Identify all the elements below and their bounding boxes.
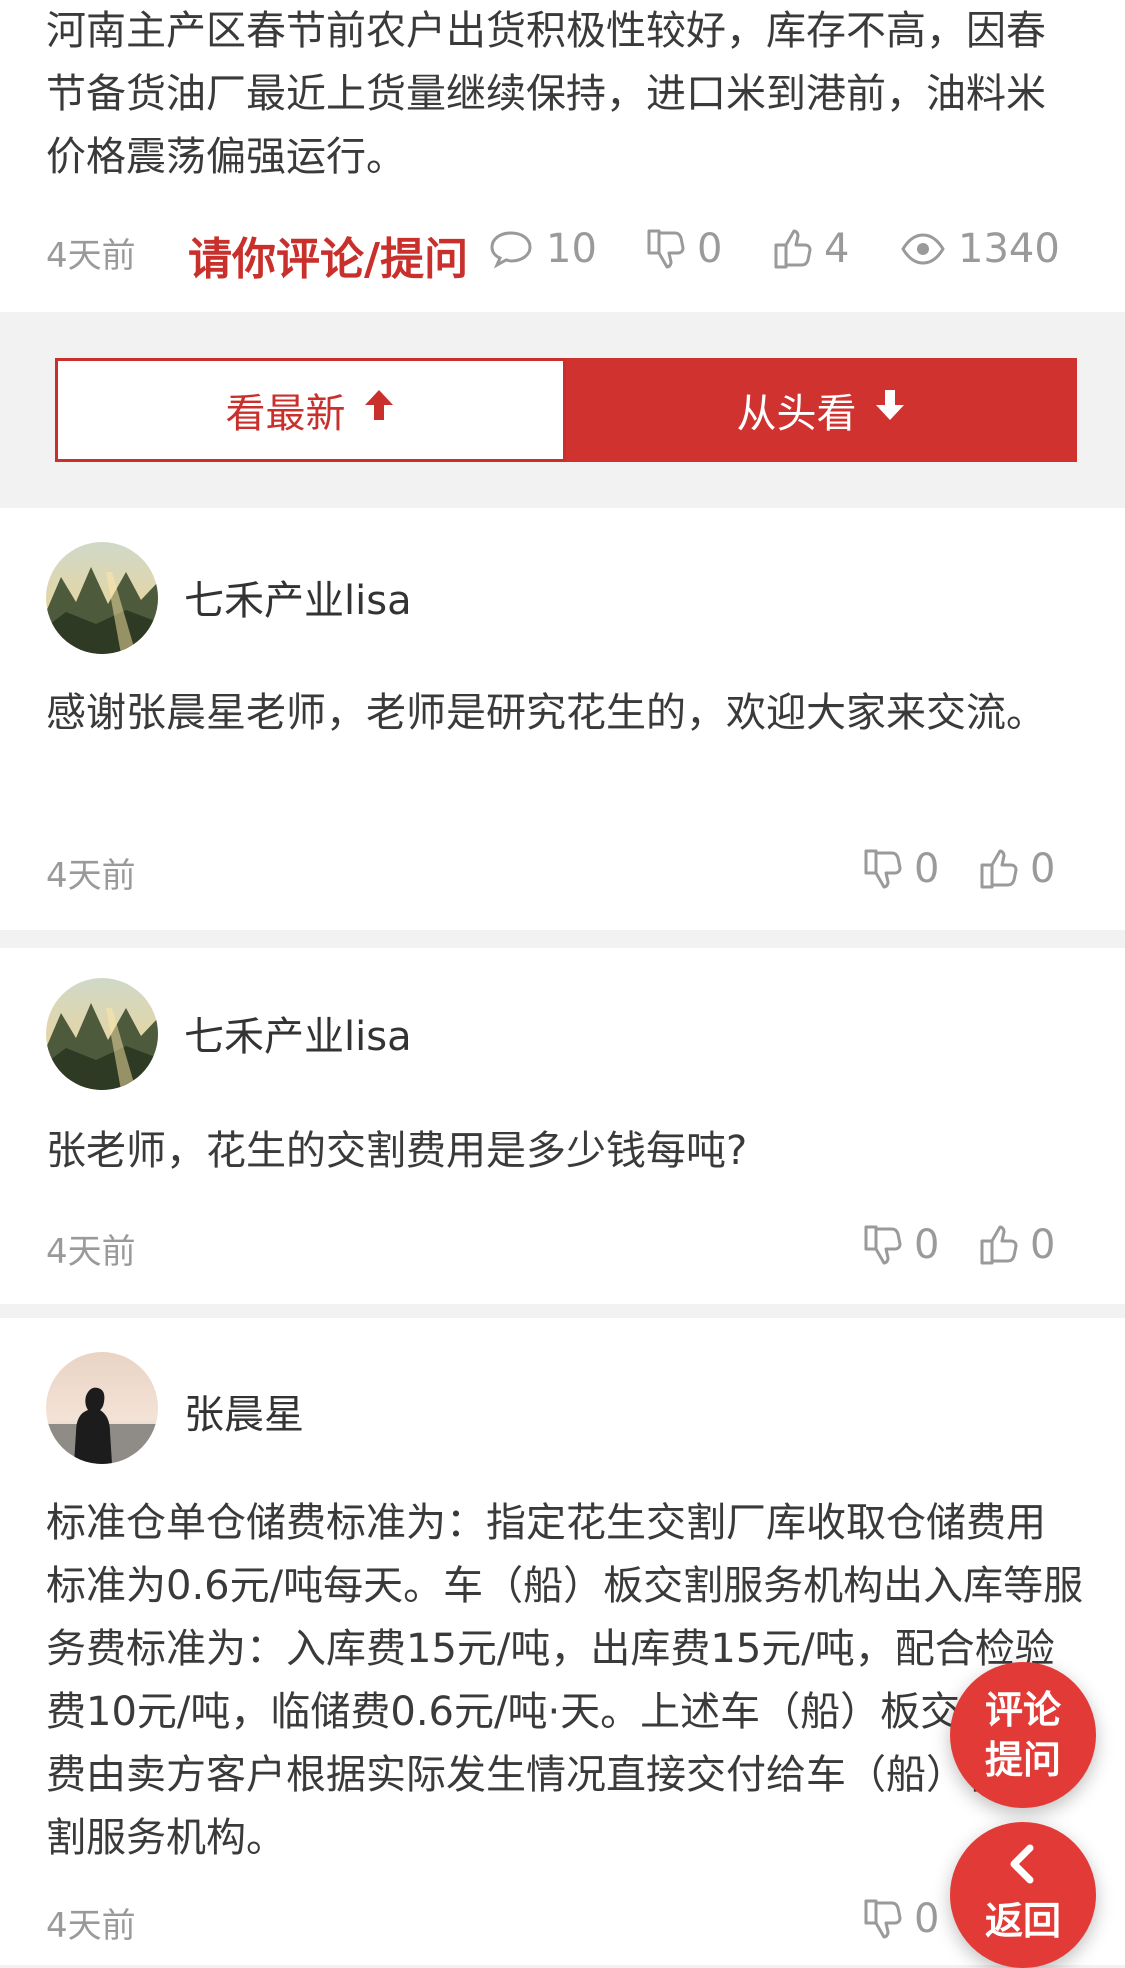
comment-author[interactable]: 七禾产业lisa (184, 568, 412, 626)
comment-author[interactable]: 七禾产业lisa (184, 1004, 412, 1062)
arrow-up-icon (362, 387, 396, 433)
dislike-count: 0 (697, 226, 723, 272)
article-excerpt: 河南主产区春节前农户出货积极性较好，库存不高，因春节备货油厂最近上货量继续保持，… (46, 8, 1046, 180)
comment-text: 张老师，花生的交割费用是多少钱每吨? (46, 1128, 748, 1174)
thumbs-up-icon (978, 847, 1018, 891)
avatar[interactable] (46, 978, 158, 1090)
comment-like-button[interactable]: 0 (978, 846, 1055, 892)
fab-ask-label: 提问 (984, 1738, 1061, 1782)
comment-count-value: 10 (546, 226, 597, 272)
comment-time: 4天前 (46, 1232, 136, 1272)
like-count: 4 (824, 226, 850, 272)
comment-text: 标准仓单仓储费标准为：指定花生交割厂库收取仓储费用标准为0.6元/吨每天。车（船… (46, 1500, 1084, 1861)
view-from-start-label: 从头看 (736, 391, 857, 437)
like-button[interactable]: 4 (772, 226, 849, 272)
comment-count[interactable]: 10 (488, 226, 597, 272)
dislike-button[interactable]: 0 (645, 226, 722, 272)
thumbs-down-icon (645, 227, 685, 271)
comment-card: 七禾产业lisa 感谢张晨星老师，老师是研究花生的，欢迎大家来交流。 4天前 0… (0, 508, 1125, 930)
comment-author[interactable]: 张晨星 (184, 1382, 304, 1440)
comment-bubble-icon (488, 229, 534, 269)
view-latest-label: 看最新 (225, 391, 346, 437)
chevron-left-icon (1006, 1844, 1040, 1896)
comment-like-button[interactable]: 0 (978, 1222, 1055, 1268)
article-panel: 河南主产区春节前农户出货积极性较好，库存不高，因春节备货油厂最近上货量继续保持，… (0, 0, 1125, 312)
comment-like-count: 0 (1030, 1222, 1056, 1268)
article-time: 4天前 (46, 236, 136, 276)
view-count-value: 1340 (958, 226, 1060, 272)
thumbs-down-icon (862, 847, 902, 891)
back-fab[interactable]: 返回 (950, 1822, 1096, 1968)
comment-dislike-button[interactable]: 0 (862, 846, 939, 892)
comment-dislike-count: 0 (914, 1222, 940, 1268)
arrow-down-icon (873, 387, 907, 433)
back-label: 返回 (984, 1899, 1061, 1943)
thumbs-down-icon (862, 1897, 902, 1941)
view-from-start-button[interactable]: 从头看 (566, 358, 1077, 462)
thumbs-down-icon (862, 1223, 902, 1267)
comment-time: 4天前 (46, 856, 136, 896)
comment-text: 感谢张晨星老师，老师是研究花生的，欢迎大家来交流。 (46, 690, 1046, 736)
view-latest-button[interactable]: 看最新 (55, 358, 566, 462)
sort-toggle: 看最新 从头看 (55, 358, 1077, 462)
ask-question-link[interactable]: 请你评论/提问 (188, 223, 468, 287)
view-count: 1340 (900, 226, 1060, 272)
thumbs-up-icon (978, 1223, 1018, 1267)
comment-dislike-button[interactable]: 0 (862, 1896, 939, 1942)
comment-dislike-count: 0 (914, 1896, 940, 1942)
comment-card: 七禾产业lisa 张老师，花生的交割费用是多少钱每吨? 4天前 0 0 (0, 948, 1125, 1304)
comment-ask-fab[interactable]: 评论 提问 (950, 1662, 1096, 1808)
thumbs-up-icon (772, 227, 812, 271)
avatar[interactable] (46, 1352, 158, 1464)
comment-dislike-button[interactable]: 0 (862, 1222, 939, 1268)
comment-time: 4天前 (46, 1906, 136, 1946)
comment-like-count: 0 (1030, 846, 1056, 892)
comment-dislike-count: 0 (914, 846, 940, 892)
eye-icon (900, 232, 946, 266)
avatar[interactable] (46, 542, 158, 654)
fab-comment-label: 评论 (984, 1688, 1061, 1732)
